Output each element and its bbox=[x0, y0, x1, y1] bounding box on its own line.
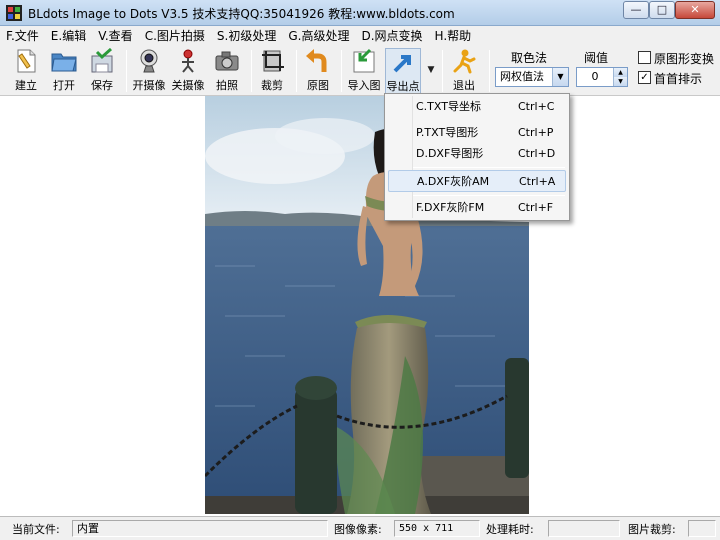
threshold-value[interactable]: 0 bbox=[577, 68, 613, 86]
open-folder-icon bbox=[51, 53, 77, 72]
first-row-label: 首首排示 bbox=[654, 72, 703, 86]
crop-button[interactable]: 裁剪 bbox=[254, 48, 290, 94]
spin-up-icon[interactable]: ▲ bbox=[613, 68, 627, 77]
toolbar-separator bbox=[296, 50, 297, 92]
save-icon bbox=[91, 48, 113, 73]
image-pixels-field: 550 x 711 bbox=[394, 520, 480, 537]
menu-item-txt-graphics[interactable]: P.TXT导图形 Ctrl+P bbox=[388, 122, 566, 144]
import-image-button[interactable]: 导入图 bbox=[346, 48, 382, 94]
toolbar-separator bbox=[442, 50, 443, 92]
undo-arrow-icon bbox=[306, 49, 327, 72]
threshold-label: 阈值 bbox=[584, 51, 609, 65]
original-transform-label: 原图形变换 bbox=[654, 52, 715, 66]
window-title: BLdots Image to Dots V3.5 技术支持QQ:3504192… bbox=[28, 7, 455, 21]
menu-separator bbox=[413, 167, 565, 168]
toolbar-separator bbox=[126, 50, 127, 92]
exit-button[interactable]: 退出 bbox=[446, 48, 482, 94]
menu-item-txt-coords[interactable]: C.TXT导坐标 Ctrl+C bbox=[388, 96, 566, 118]
export-dropdown-arrow[interactable]: ▼ bbox=[424, 50, 438, 94]
crop-icon bbox=[262, 50, 284, 72]
menu-separator bbox=[413, 195, 565, 196]
processing-time-label: 处理耗时: bbox=[486, 523, 534, 536]
export-dots-icon bbox=[393, 55, 411, 73]
original-transform-checkbox[interactable] bbox=[638, 51, 651, 64]
status-bar: 当前文件: 内置 图像像素: 550 x 711 处理耗时: 图片裁剪: bbox=[0, 516, 720, 540]
export-dropdown-menu: C.TXT导坐标 Ctrl+C P.TXT导图形 Ctrl+P D.DXF导图形… bbox=[384, 93, 570, 221]
menu-view[interactable]: V.查看 bbox=[98, 27, 132, 44]
webcam-icon bbox=[140, 49, 158, 73]
exit-runner-icon bbox=[453, 49, 476, 74]
menu-advanced-process[interactable]: G.高级处理 bbox=[288, 27, 349, 44]
camera-icon bbox=[215, 51, 239, 71]
menu-item-dxf-gray-fm[interactable]: F.DXF灰阶FM Ctrl+F bbox=[388, 197, 566, 219]
menu-help[interactable]: H.帮助 bbox=[435, 27, 472, 44]
image-pixels-label: 图像像素: bbox=[334, 523, 382, 536]
maximize-button[interactable]: □ bbox=[649, 1, 675, 19]
toolbar-separator bbox=[341, 50, 342, 92]
webcam-off-button[interactable]: 关摄像 bbox=[170, 48, 206, 94]
toolbar-separator bbox=[251, 50, 252, 92]
current-file-label: 当前文件: bbox=[12, 523, 60, 536]
original-image-button[interactable]: 原图 bbox=[300, 48, 336, 94]
first-row-checkbox[interactable]: ✓ bbox=[638, 71, 651, 84]
webcam-on-button[interactable]: 开摄像 bbox=[131, 48, 167, 94]
webcam-off-icon bbox=[182, 49, 194, 73]
toolbar-separator bbox=[489, 50, 490, 92]
menu-file[interactable]: F.文件 bbox=[6, 27, 39, 44]
threshold-spinner[interactable]: 0 ▲ ▼ bbox=[576, 67, 628, 87]
menu-edit[interactable]: E.编辑 bbox=[51, 27, 86, 44]
chevron-down-icon[interactable]: ▼ bbox=[552, 68, 568, 86]
image-crop-label: 图片裁剪: bbox=[628, 523, 676, 536]
save-button[interactable]: 保存 bbox=[84, 48, 120, 94]
new-file-icon bbox=[17, 49, 36, 73]
app-logo-icon bbox=[6, 5, 22, 21]
color-method-select[interactable]: 网权值法 ▼ bbox=[495, 67, 569, 87]
processing-time-field bbox=[548, 520, 620, 537]
color-method-label: 取色法 bbox=[511, 51, 548, 65]
capture-photo-button[interactable]: 拍照 bbox=[209, 48, 245, 94]
close-button[interactable]: ✕ bbox=[675, 1, 715, 19]
current-file-field: 内置 bbox=[72, 520, 328, 537]
menu-basic-process[interactable]: S.初级处理 bbox=[217, 27, 276, 44]
spin-down-icon[interactable]: ▼ bbox=[613, 77, 627, 86]
menu-item-dxf-graphics[interactable]: D.DXF导图形 Ctrl+D bbox=[388, 143, 566, 165]
title-bar[interactable]: BLdots Image to Dots V3.5 技术支持QQ:3504192… bbox=[0, 0, 720, 26]
open-button[interactable]: 打开 bbox=[46, 48, 82, 94]
export-dots-button[interactable]: 导出点 bbox=[385, 48, 421, 94]
menu-capture[interactable]: C.图片拍摄 bbox=[145, 27, 205, 44]
menu-dot-transform[interactable]: D.网点变换 bbox=[361, 27, 422, 44]
new-button[interactable]: 建立 bbox=[8, 48, 44, 94]
import-image-icon bbox=[353, 48, 375, 73]
menu-bar: F.文件 E.编辑 V.查看 C.图片拍摄 S.初级处理 G.高级处理 D.网点… bbox=[0, 26, 720, 44]
menu-item-dxf-gray-am[interactable]: A.DXF灰阶AM Ctrl+A bbox=[388, 170, 566, 192]
minimize-button[interactable]: — bbox=[623, 1, 649, 19]
image-crop-field bbox=[688, 520, 716, 537]
